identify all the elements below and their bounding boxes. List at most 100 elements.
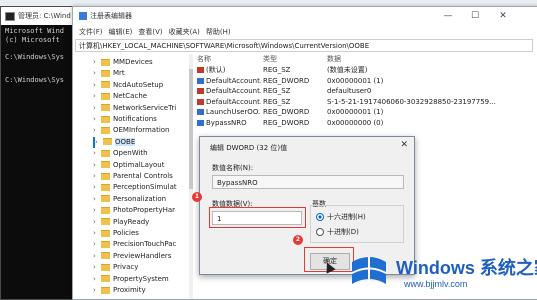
- value-type: REG_DWORD: [263, 108, 310, 117]
- chevron-right-icon[interactable]: ›: [93, 125, 101, 136]
- value-row[interactable]: DefaultAccount... REG_SZ defaultuser0: [197, 86, 537, 96]
- chevron-right-icon[interactable]: ›: [93, 228, 101, 239]
- chevron-right-icon[interactable]: ›: [93, 80, 101, 91]
- menu-help[interactable]: 帮助(H): [206, 25, 231, 39]
- column-data[interactable]: 数据: [327, 54, 341, 64]
- tree-item-label: Personalization: [113, 194, 167, 203]
- tree-item[interactable]: › Proximity: [93, 285, 146, 296]
- minimize-button[interactable]: —: [436, 7, 460, 25]
- dec-radio-icon: [316, 228, 324, 236]
- value-type: REG_SZ: [263, 87, 291, 96]
- tree-item[interactable]: › PropertySystem: [93, 274, 169, 285]
- tree-item[interactable]: › PreviewHandlers: [93, 251, 171, 262]
- chevron-right-icon[interactable]: ›: [95, 137, 103, 148]
- hex-radio[interactable]: 十六进制(H): [316, 212, 366, 222]
- maximize-button[interactable]: ☐: [463, 7, 487, 25]
- regedit-icon: [79, 12, 87, 20]
- menu-edit[interactable]: 编辑(E): [109, 25, 133, 39]
- chevron-right-icon[interactable]: ›: [93, 262, 101, 273]
- folder-icon: [101, 252, 110, 260]
- dialog-close-icon[interactable]: ✕: [400, 140, 408, 150]
- chevron-right-icon[interactable]: ›: [93, 91, 101, 102]
- chevron-right-icon[interactable]: ›: [93, 239, 101, 250]
- tree-item-label: Policies: [113, 229, 139, 237]
- tree-item-label: OpenWith: [113, 149, 148, 158]
- tree-item[interactable]: › OEMInformation: [93, 125, 170, 136]
- dec-radio-label: 十进制(D): [327, 228, 359, 236]
- tree-item[interactable]: › MMDevices: [93, 57, 153, 68]
- value-name: DefaultAccount...: [206, 76, 261, 85]
- value-row[interactable]: DefaultAccount... REG_SZ S-1-5-21-19174060…: [197, 97, 537, 107]
- address-bar[interactable]: 计算机\HKEY_LOCAL_MACHINE\SOFTWARE\Microsof…: [75, 39, 533, 52]
- chevron-right-icon[interactable]: ›: [93, 148, 101, 159]
- folder-icon: [101, 286, 110, 294]
- tree-item[interactable]: › NcdAutoSetup: [93, 80, 163, 91]
- folder-icon: [101, 149, 110, 157]
- tree-item[interactable]: › PerceptionSimulat: [93, 182, 177, 193]
- folder-icon: [101, 104, 110, 112]
- folder-icon: [101, 81, 110, 89]
- tree-item[interactable]: › PrecisionTouchPac: [93, 239, 176, 250]
- folder-icon: [101, 206, 110, 214]
- tree-item[interactable]: › OptimalLayout: [93, 160, 165, 171]
- chevron-right-icon[interactable]: ›: [93, 285, 101, 296]
- tree-item-label: Notifications: [113, 115, 157, 123]
- menu-bar: 文件(F) 编辑(E) 查看(V) 收藏夹(A) 帮助(H): [73, 25, 537, 39]
- chevron-right-icon[interactable]: ›: [93, 160, 101, 171]
- chevron-right-icon[interactable]: ›: [93, 274, 101, 285]
- chevron-right-icon[interactable]: ›: [93, 103, 101, 114]
- chevron-right-icon[interactable]: ›: [93, 68, 101, 79]
- value-row[interactable]: BypassNRO REG_DWORD 0x00000000 (0): [197, 118, 537, 128]
- tree-item[interactable]: › NetCache: [93, 91, 147, 102]
- value-name: LaunchUserOO...: [206, 108, 261, 117]
- value-data: 0x00000001 (1): [327, 108, 384, 117]
- tree-item[interactable]: › OpenWith: [93, 148, 148, 159]
- folder-icon: [103, 138, 112, 146]
- chevron-right-icon[interactable]: ›: [93, 251, 101, 262]
- folder-icon: [101, 263, 110, 271]
- chevron-right-icon[interactable]: ›: [93, 114, 101, 125]
- value-row[interactable]: DefaultAccount... REG_DWORD 0x00000001 (1): [197, 76, 537, 86]
- column-name[interactable]: 名称: [197, 54, 211, 64]
- folder-icon: [101, 195, 110, 203]
- value-name: BypassNRO: [206, 119, 247, 127]
- tree-item-label: Privacy: [113, 263, 139, 272]
- value-row[interactable]: (默认) REG_SZ (数值未设置): [197, 65, 537, 75]
- menu-favorites[interactable]: 收藏夹(A): [169, 25, 200, 39]
- tree-item[interactable]: › OOBE: [93, 136, 136, 148]
- cmd-line: Microsoft Wind: [5, 27, 65, 35]
- menu-file[interactable]: 文件(F): [79, 25, 103, 39]
- chevron-right-icon[interactable]: ›: [93, 182, 101, 193]
- chevron-right-icon[interactable]: ›: [93, 57, 101, 68]
- tree-item[interactable]: › PlayReady: [93, 217, 149, 228]
- tree-item[interactable]: › Personalization: [93, 194, 166, 205]
- string-value-icon: [197, 98, 204, 105]
- tree-item[interactable]: › NetworkServiceTri: [93, 103, 176, 114]
- key-tree: › MMDevices › Mrt › NcdAutoSetup › NetCache › Net…: [73, 54, 192, 299]
- cmd-icon: [5, 11, 15, 21]
- folder-icon: [101, 69, 110, 77]
- column-type[interactable]: 类型: [263, 54, 277, 64]
- tree-item-label: MMDevices: [113, 58, 153, 66]
- value-name-field: BypassNRO: [212, 175, 404, 189]
- tree-item-label: PerceptionSimulat: [113, 183, 177, 192]
- tree-item[interactable]: › Privacy: [93, 262, 138, 273]
- tree-item[interactable]: › Policies: [93, 228, 139, 239]
- value-data: 0x00000001 (1): [327, 76, 384, 85]
- tree-item-label: PlayReady: [113, 217, 150, 226]
- tree-item[interactable]: › Notifications: [93, 114, 157, 125]
- dec-radio[interactable]: 十进制(D): [316, 227, 359, 237]
- chevron-right-icon[interactable]: ›: [93, 205, 101, 216]
- value-row[interactable]: LaunchUserOO... REG_DWORD 0x00000001 (1): [197, 107, 537, 117]
- tree-item[interactable]: › Parental Controls: [93, 171, 173, 182]
- chevron-right-icon[interactable]: ›: [93, 217, 101, 228]
- close-button[interactable]: ✕: [491, 7, 515, 25]
- tree-item-label: PreviewHandlers: [113, 251, 172, 260]
- menu-view[interactable]: 查看(V): [138, 25, 162, 39]
- chevron-right-icon[interactable]: ›: [93, 171, 101, 182]
- tree-item-label: OEMInformation: [113, 126, 170, 135]
- tree-item[interactable]: › PhotoPropertyHar: [93, 205, 175, 216]
- tree-item[interactable]: › Mrt: [93, 68, 125, 79]
- step-badge-1: 1: [192, 192, 202, 202]
- chevron-right-icon[interactable]: ›: [93, 194, 101, 205]
